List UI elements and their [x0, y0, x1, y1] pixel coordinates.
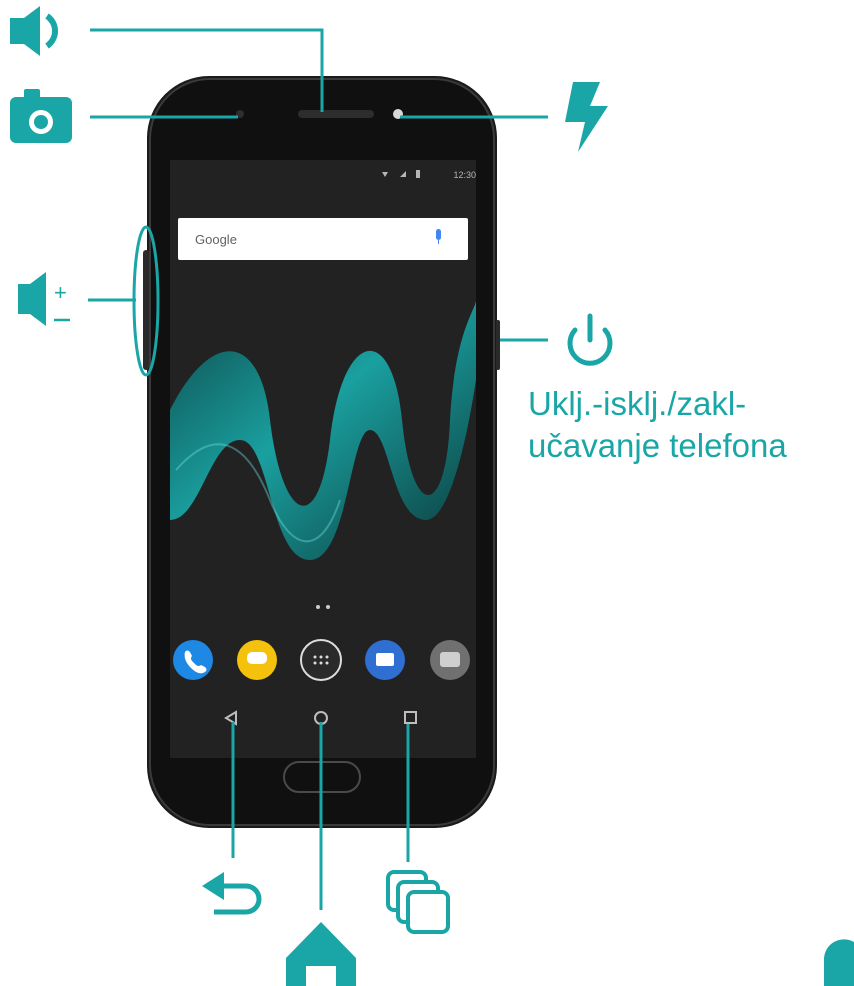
status-time: 12:30: [453, 170, 476, 180]
back-arrow-icon: [202, 872, 262, 915]
recent-apps-icon: [386, 870, 450, 934]
page-dot: [326, 605, 330, 609]
power-icon: [567, 313, 613, 366]
home-icon: [286, 922, 356, 986]
flash-icon: [565, 82, 608, 152]
power-label: Uklj.-isklj./zakl- učavanje telefona: [528, 385, 787, 464]
search-brand: Google: [195, 232, 237, 247]
earpiece: [298, 110, 374, 118]
speaker-icon: [10, 6, 58, 56]
phone-screen: 12:30 Google: [170, 160, 476, 758]
app-drawer-icon: [300, 639, 342, 681]
volume-plus-minus-icon: +: [18, 272, 70, 326]
camera-icon: [10, 89, 72, 143]
battery-icon: [416, 170, 420, 178]
phone-app-icon: [173, 640, 213, 680]
svg-text:+: +: [54, 280, 67, 305]
page-dot: [316, 605, 320, 609]
phone-diagram: 12:30 Google +: [10, 6, 854, 986]
corner-tab: [823, 939, 854, 986]
mic-icon: [436, 229, 441, 240]
